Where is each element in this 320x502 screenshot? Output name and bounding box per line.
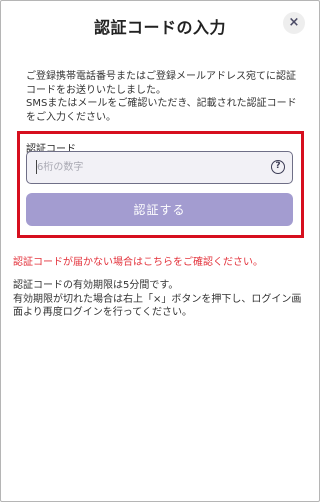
- code-input[interactable]: [26, 151, 293, 184]
- close-icon: ×: [288, 15, 300, 30]
- expiry-text: 認証コードの有効期限は5分間です。 有効期限が切れた場合は右上「×」ボタンを押下…: [13, 279, 309, 320]
- instruction-line-1: ご登録携帯電話番号またはご登録メールアドレス宛てに認証コードをお送りいたしました…: [26, 71, 296, 96]
- expiry-line-1: 認証コードの有効期限は5分間です。: [13, 280, 179, 291]
- modal-title: 認証コードの入力: [93, 18, 226, 37]
- notice-prefix: 認証コードが届かない場合は: [13, 257, 143, 268]
- submit-button[interactable]: 認証する: [26, 193, 293, 226]
- notice-link[interactable]: こちら: [143, 257, 173, 268]
- question-circle-icon[interactable]: ?: [271, 160, 285, 174]
- expiry-line-2: 有効期限が切れた場合は右上「×」ボタンを押下し、ログイン画面より再度ログインを行…: [13, 293, 302, 319]
- instruction-text: ご登録携帯電話番号またはご登録メールアドレス宛てに認証コードをお送りいたしました…: [26, 70, 298, 124]
- notice-suffix: をご確認ください。: [173, 257, 263, 268]
- notice-text: 認証コードが届かない場合はこちらをご確認ください。: [13, 253, 263, 268]
- close-button[interactable]: ×: [283, 12, 305, 34]
- text-cursor: [36, 160, 37, 174]
- instruction-line-2: SMSまたはメールをご確認いただき、記載された認証コードをご入力ください。: [26, 98, 297, 123]
